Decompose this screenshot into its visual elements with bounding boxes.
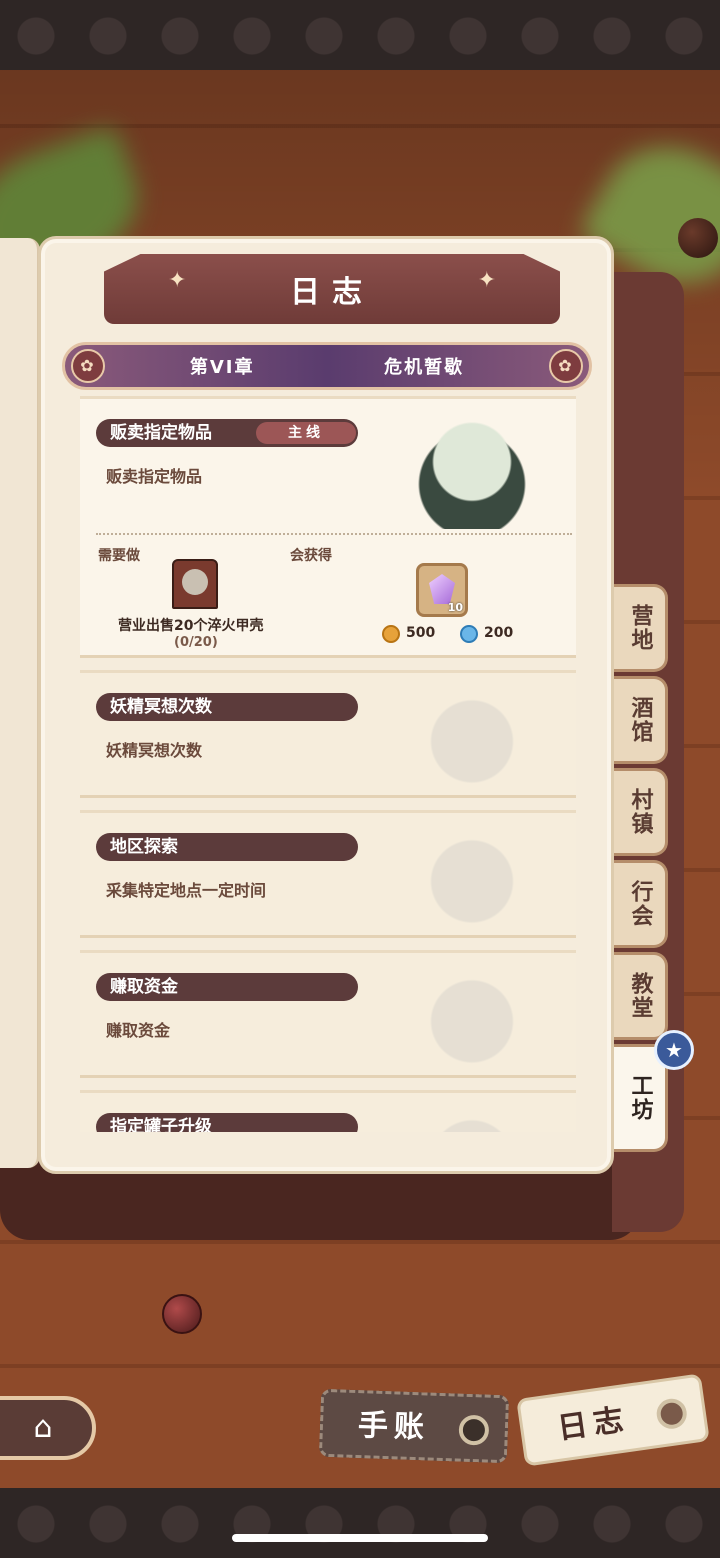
blue-gem-icon xyxy=(460,625,478,643)
chapter-bar: ✿ 第VI章 危机暂歇 ✿ xyxy=(62,342,592,390)
book-left-page xyxy=(0,238,40,1168)
quest-card[interactable]: 妖精冥想次数 妖精冥想次数 xyxy=(80,670,576,803)
quest-list[interactable]: 贩卖指定物品 主线 贩卖指定物品 需要做 会获得 营业出售20个淬火甲壳 (0/… xyxy=(80,396,576,1132)
dragon-creature-silhouette xyxy=(380,691,564,803)
sparkle-icon: ✦ xyxy=(168,268,187,293)
quest-title: 地区探索 xyxy=(96,833,358,861)
tab-village[interactable]: 村镇 xyxy=(614,768,668,856)
notebook-label: 手账 xyxy=(357,1408,431,1446)
tab-tavern[interactable]: 酒馆 xyxy=(614,676,668,764)
main-quest-badge: 主线 xyxy=(256,422,356,444)
tab-camp[interactable]: 营地 xyxy=(614,584,668,672)
quest-title: 指定罐子升级 xyxy=(96,1113,358,1132)
gold-coin-icon xyxy=(382,625,400,643)
berry-decoration xyxy=(162,1294,202,1334)
dotted-divider xyxy=(96,533,572,535)
dragon-creature-illustration xyxy=(380,417,564,529)
bottom-decor-strip xyxy=(0,1488,720,1558)
title-ribbon: ✦ 日志 ✦ xyxy=(104,254,560,324)
flower-ornament-icon: ✿ xyxy=(71,349,105,383)
sparkle-icon: ✦ xyxy=(477,268,496,293)
chapter-name: 危机暂歇 xyxy=(384,357,465,378)
star-notification-icon: ★ xyxy=(654,1030,694,1070)
coffee-bean-decoration xyxy=(678,218,718,258)
quest-title: 赚取资金 xyxy=(96,973,358,1001)
reward-coins: 500 xyxy=(406,625,436,641)
chapter-number: 第VI章 xyxy=(189,357,255,378)
page-title: 日志 xyxy=(290,275,374,310)
quest-description: 采集特定地点一定时间 xyxy=(106,881,267,900)
dragon-creature-silhouette xyxy=(380,1111,564,1132)
notebook-tab-button[interactable]: 手账 xyxy=(318,1388,510,1464)
reward-label: 会获得 xyxy=(290,548,332,564)
quest-card[interactable]: 地区探索 采集特定地点一定时间 xyxy=(80,810,576,943)
quest-card[interactable]: 指定罐子升级 xyxy=(80,1090,576,1132)
quest-title: 妖精冥想次数 xyxy=(96,693,358,721)
tag-hole-icon xyxy=(458,1414,490,1446)
quest-description: 贩卖指定物品 xyxy=(106,467,203,486)
tab-church[interactable]: 教堂 xyxy=(614,952,668,1040)
requirement-label: 需要做 xyxy=(98,548,140,564)
dragon-creature-silhouette xyxy=(380,831,564,943)
tab-guild[interactable]: 行会 xyxy=(614,860,668,948)
quest-description: 妖精冥想次数 xyxy=(106,741,203,760)
reward-gems: 200 xyxy=(484,625,514,641)
quest-card[interactable]: 赚取资金 赚取资金 xyxy=(80,950,576,1083)
home-button[interactable]: ⌂ xyxy=(0,1396,96,1460)
requirement-progress: (0/20) xyxy=(174,635,218,650)
sale-board-item-icon[interactable] xyxy=(172,559,218,609)
requirement-text: 营业出售20个淬火甲壳 xyxy=(118,618,264,634)
top-decor-strip xyxy=(0,0,720,70)
reward-gem-item[interactable]: 10 xyxy=(416,563,468,617)
reward-item-quantity: 10 xyxy=(447,601,463,614)
home-icon: ⌂ xyxy=(33,1410,53,1445)
purple-gem-icon xyxy=(429,574,455,604)
tag-hole-icon xyxy=(654,1396,689,1431)
log-label: 日志 xyxy=(555,1401,632,1447)
dragon-creature-silhouette xyxy=(380,971,564,1083)
flower-ornament-icon: ✿ xyxy=(549,349,583,383)
quest-card-main[interactable]: 贩卖指定物品 主线 贩卖指定物品 需要做 会获得 营业出售20个淬火甲壳 (0/… xyxy=(80,396,576,658)
home-indicator-bar[interactable] xyxy=(232,1534,488,1542)
quest-description: 赚取资金 xyxy=(106,1021,171,1040)
